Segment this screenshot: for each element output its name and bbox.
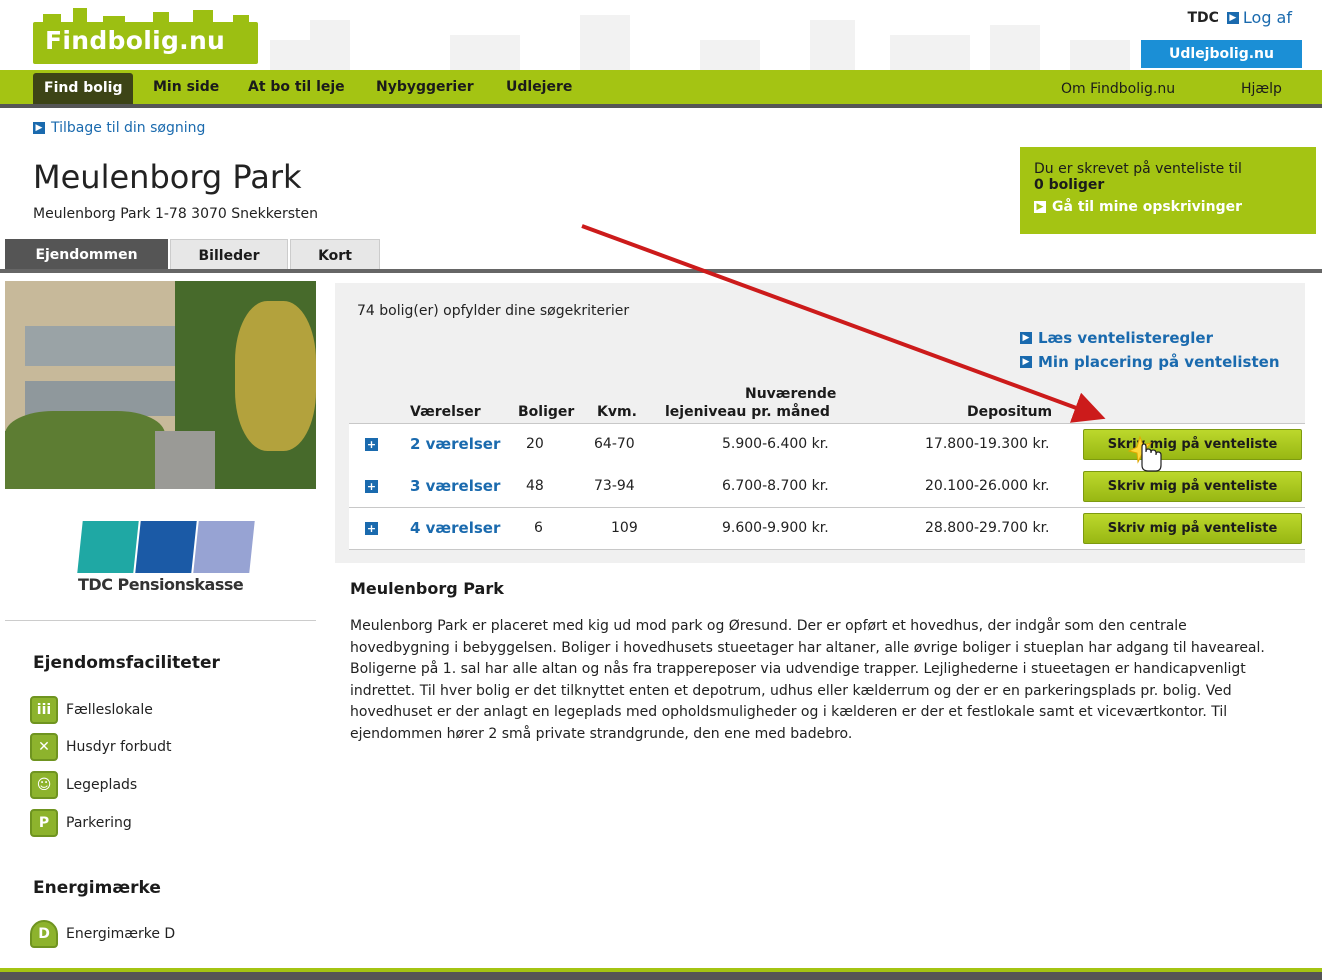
- facility-item: P Parkering: [30, 809, 132, 837]
- rent-value: 9.600-9.900 kr.: [722, 520, 829, 536]
- back-link[interactable]: ▶ Tilbage til din søgning: [33, 120, 205, 136]
- company-name: TDC: [1187, 9, 1219, 26]
- skyline-decoration: [250, 10, 1140, 70]
- sqm-value: 109: [611, 520, 638, 536]
- facility-label: Fælleslokale: [66, 702, 153, 718]
- signup-waitlist-button[interactable]: Skriv mig på venteliste: [1083, 429, 1302, 460]
- rooms-link[interactable]: 4 værelser: [410, 519, 500, 537]
- sidebar-divider: [5, 620, 316, 621]
- description-title: Meulenborg Park: [350, 579, 504, 598]
- main-nav: Find bolig Min side At bo til leje Nybyg…: [0, 70, 1322, 108]
- rent-value: 5.900-6.400 kr.: [722, 436, 829, 452]
- facility-label: Legeplads: [66, 777, 138, 793]
- parking-icon: P: [30, 809, 58, 837]
- table-row: + 4 værelser 6 109 9.600-9.900 kr. 28.80…: [349, 508, 1305, 550]
- nav-nybyggerier[interactable]: Nybyggerier: [376, 70, 474, 104]
- sqm-value: 64-70: [594, 436, 635, 452]
- hand-cursor-icon: [1128, 435, 1162, 472]
- signup-waitlist-button[interactable]: Skriv mig på venteliste: [1083, 513, 1302, 544]
- playground-icon: ☺: [30, 771, 58, 799]
- arrow-right-icon: ▶: [1226, 11, 1239, 24]
- nav-udlejere[interactable]: Udlejere: [506, 70, 572, 104]
- results-count: 74 bolig(er) opfylder dine søgekriterier: [357, 303, 630, 319]
- deposit-value: 20.100-26.000 kr.: [925, 478, 1050, 494]
- arrow-right-icon: ▶: [33, 122, 45, 134]
- owner-logo-text: TDC Pensionskasse: [78, 575, 244, 594]
- site-logo[interactable]: Findbolig.nu: [33, 22, 258, 64]
- back-link-label: Tilbage til din søgning: [51, 120, 206, 136]
- waitlist-position-label: Min placering på ventelisten: [1038, 353, 1280, 371]
- arrow-right-icon: ▶: [1034, 201, 1046, 213]
- waitlist-text: Du er skrevet på venteliste til: [1034, 161, 1242, 177]
- header-homes: Boliger: [518, 404, 575, 420]
- logo-text: Findbolig.nu: [45, 26, 226, 55]
- energy-title: Energimærke: [33, 878, 161, 898]
- arrow-right-icon: ▶: [1020, 356, 1032, 368]
- arrow-right-icon: ▶: [1020, 332, 1032, 344]
- header-sqm: Kvm.: [597, 404, 637, 420]
- header-rent-line1: Nuværende: [745, 386, 837, 402]
- nav-find-bolig[interactable]: Find bolig: [33, 73, 134, 104]
- energy-item: D Energimærke D: [30, 920, 175, 948]
- tab-billeder[interactable]: Billeder: [170, 239, 288, 269]
- rent-value: 6.700-8.700 kr.: [722, 478, 829, 494]
- waitlist-box: Du er skrevet på venteliste til 0 bolige…: [1020, 147, 1316, 234]
- expand-icon[interactable]: +: [365, 522, 378, 535]
- site-footer: [0, 968, 1322, 980]
- energy-label-icon: D: [30, 920, 58, 948]
- people-icon: iii: [30, 696, 58, 724]
- tab-ejendommen[interactable]: Ejendommen: [5, 239, 168, 269]
- facility-item: ☺ Legeplads: [30, 771, 137, 799]
- property-photo[interactable]: [5, 281, 316, 489]
- nav-om-findbolig[interactable]: Om Findbolig.nu: [1061, 70, 1175, 104]
- waitlist-rules-label: Læs ventelisteregler: [1038, 329, 1213, 347]
- homes-value: 6: [534, 520, 543, 536]
- account-area: TDC ▶ Log af: [1187, 8, 1292, 27]
- property-address: Meulenborg Park 1-78 3070 Snekkersten: [33, 206, 318, 222]
- rooms-link[interactable]: 2 værelser: [410, 435, 500, 453]
- deposit-value: 17.800-19.300 kr.: [925, 436, 1050, 452]
- header-rent-line2: lejeniveau pr. måned: [665, 404, 830, 420]
- property-tabs: Ejendommen Billeder Kort: [0, 239, 1322, 273]
- goto-signups-link[interactable]: ▶ Gå til mine opskrivinger: [1034, 199, 1302, 215]
- expand-icon[interactable]: +: [365, 480, 378, 493]
- facility-item: iii Fælleslokale: [30, 696, 153, 724]
- header-deposit: Depositum: [967, 404, 1053, 420]
- logout-label: Log af: [1242, 8, 1292, 27]
- nav-hjaelp[interactable]: Hjælp: [1241, 70, 1282, 104]
- expand-icon[interactable]: +: [365, 438, 378, 451]
- nav-min-side[interactable]: Min side: [153, 70, 219, 104]
- site-header: Findbolig.nu TDC ▶ Log af Udlejbolig.nu: [0, 0, 1322, 70]
- waitlist-rules-link[interactable]: ▶ Læs ventelisteregler: [1020, 329, 1213, 347]
- goto-signups-label: Gå til mine opskrivinger: [1052, 199, 1242, 215]
- waitlist-position-link[interactable]: ▶ Min placering på ventelisten: [1020, 353, 1280, 371]
- rooms-link[interactable]: 3 værelser: [410, 477, 500, 495]
- energy-label: Energimærke D: [66, 926, 176, 942]
- table-divider: [349, 549, 1305, 550]
- signup-waitlist-button[interactable]: Skriv mig på venteliste: [1083, 471, 1302, 502]
- deposit-value: 28.800-29.700 kr.: [925, 520, 1050, 536]
- tab-kort[interactable]: Kort: [290, 239, 380, 269]
- facility-label: Husdyr forbudt: [66, 739, 172, 755]
- sqm-value: 73-94: [594, 478, 635, 494]
- facilities-title: Ejendomsfaciliteter: [33, 653, 220, 673]
- header-rooms: Værelser: [410, 404, 481, 420]
- logout-link[interactable]: ▶ Log af: [1226, 8, 1292, 27]
- no-pets-icon: ✕: [30, 733, 58, 761]
- facility-item: ✕ Husdyr forbudt: [30, 733, 171, 761]
- description-text: Meulenborg Park er placeret med kig ud m…: [350, 618, 1265, 742]
- homes-value: 48: [526, 478, 544, 494]
- udlejbolig-button[interactable]: Udlejbolig.nu: [1141, 40, 1302, 68]
- nav-at-bo-til-leje[interactable]: At bo til leje: [248, 70, 345, 104]
- homes-value: 20: [526, 436, 544, 452]
- facility-label: Parkering: [66, 815, 132, 831]
- owner-logo: TDC Pensionskasse: [77, 521, 255, 596]
- waitlist-count: 0 boliger: [1034, 177, 1105, 193]
- page-title: Meulenborg Park: [33, 158, 302, 196]
